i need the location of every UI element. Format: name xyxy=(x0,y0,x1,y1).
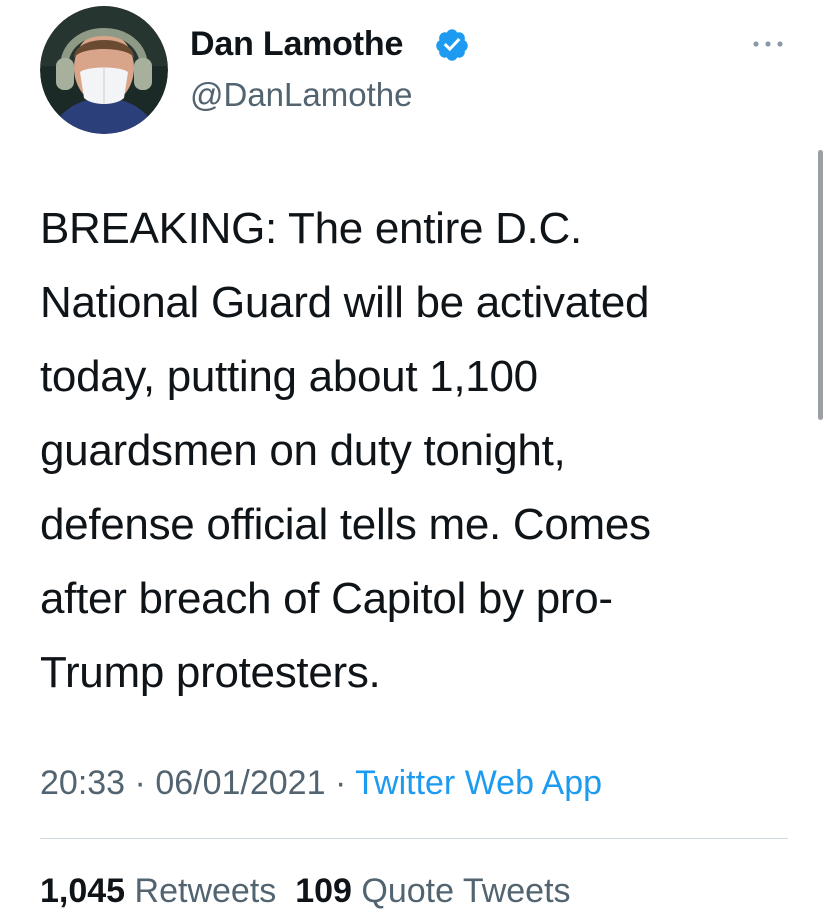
meta-separator: · xyxy=(334,764,347,802)
tweet-stats: 1,045 Retweets 109 Quote Tweets xyxy=(40,871,571,911)
retweets-stat[interactable]: 1,045 Retweets xyxy=(40,872,276,910)
quote-tweets-count: 109 xyxy=(295,872,352,910)
avatar[interactable] xyxy=(40,6,168,134)
quote-tweets-stat[interactable]: 109 Quote Tweets xyxy=(295,872,570,910)
tweet-detail: Dan Lamothe @DanLamothe BREAKING: The en… xyxy=(0,0,828,924)
tweet-meta: 20:33 · 06/01/2021 · Twitter Web App xyxy=(40,763,602,803)
author-display-name[interactable]: Dan Lamothe xyxy=(190,24,403,64)
retweets-label: Retweets xyxy=(134,872,277,910)
scrollbar[interactable] xyxy=(818,150,823,420)
meta-separator: · xyxy=(134,764,146,802)
avatar-image xyxy=(40,6,168,134)
tweet-date[interactable]: 06/01/2021 xyxy=(155,764,325,802)
quote-tweets-label: Quote Tweets xyxy=(361,872,571,910)
author-handle[interactable]: @DanLamothe xyxy=(190,75,412,115)
verified-badge-icon xyxy=(436,29,468,61)
tweet-text: BREAKING: The entire D.C. National Guard… xyxy=(40,204,651,697)
tweet-time[interactable]: 20:33 xyxy=(40,764,125,802)
tweet-source-link[interactable]: Twitter Web App xyxy=(355,764,602,802)
retweets-count: 1,045 xyxy=(40,872,126,910)
more-options-icon[interactable] xyxy=(750,34,786,54)
divider xyxy=(40,838,788,839)
